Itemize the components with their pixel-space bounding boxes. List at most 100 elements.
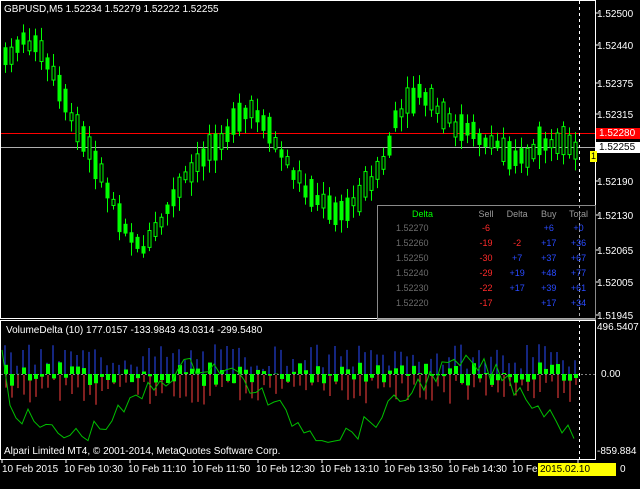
candle-body	[28, 41, 31, 51]
candle-body	[442, 102, 445, 129]
row-sell: -22	[473, 280, 499, 295]
candle-body	[34, 36, 37, 52]
candle-body	[370, 177, 373, 191]
candle-body	[400, 109, 403, 117]
delta-histogram-bar	[250, 374, 254, 382]
delta-histogram-bar	[202, 374, 206, 386]
candle-body	[508, 142, 511, 169]
delta-histogram-bar	[136, 374, 140, 378]
delta-histogram-bar	[532, 374, 536, 379]
candle-body	[490, 136, 493, 148]
delta-histogram-bar	[388, 371, 392, 374]
time-tick: 10 Feb 14:30	[448, 464, 507, 475]
candle-body	[388, 136, 391, 155]
delta-histogram-bar	[184, 372, 188, 374]
price-tick: 1.52375	[597, 79, 633, 90]
delta-histogram-bar	[400, 365, 404, 374]
row-price: 1.52240	[378, 265, 473, 280]
row-delta: +19	[499, 265, 535, 280]
price-tick: 1.51945	[597, 311, 633, 322]
delta-histogram-bar	[346, 369, 350, 374]
candle-body	[220, 134, 223, 150]
candle-body	[316, 196, 319, 205]
candle-body	[520, 149, 523, 163]
candle-body	[46, 58, 49, 69]
delta-histogram-bar	[460, 374, 464, 383]
price-tick: 1.52065	[597, 246, 633, 257]
delta-histogram-bar	[112, 374, 116, 382]
delta-histogram-bar	[298, 363, 302, 374]
candle-body	[454, 122, 457, 137]
table-row: 1.52260 -19 -2 +17 +36	[378, 235, 595, 250]
cumulative-delta-line	[2, 350, 574, 442]
delta-histogram-bar	[76, 367, 80, 374]
delta-histogram-bar	[538, 362, 542, 374]
time-tick: 10 Feb 12:30	[256, 464, 315, 475]
time-tick: 10 Feb 2015	[2, 464, 58, 475]
candle-body	[196, 154, 199, 172]
candle-body	[412, 88, 415, 113]
row-buy: +6	[535, 220, 562, 235]
delta-histogram-bar	[256, 370, 260, 374]
table-row: 1.52270 -6 +6 +0	[378, 220, 595, 235]
delta-histogram-bar	[160, 374, 164, 380]
delta-histogram-bar	[484, 373, 488, 374]
candle-body	[160, 217, 163, 227]
candle-body	[262, 116, 265, 131]
candle-body	[394, 111, 397, 128]
delta-histogram-bar	[490, 374, 494, 385]
cursor-time-tag: 2015.02.10 15:50	[538, 463, 616, 476]
row-total: +61	[562, 280, 595, 295]
candle-body	[214, 134, 217, 160]
candle-body	[346, 198, 349, 220]
volume-delta-panel: Delta Sell Delta Buy Total 1.52270 -6 +6…	[377, 205, 596, 320]
delta-histogram-bar	[568, 374, 572, 381]
delta-histogram-bar	[478, 374, 482, 378]
volume-delta-table: Delta Sell Delta Buy Total 1.52270 -6 +6…	[378, 206, 595, 310]
delta-histogram-bar	[364, 374, 368, 382]
indicator-scale-max: 496.5407	[597, 322, 639, 333]
candle-body	[562, 127, 565, 155]
candle-body	[274, 138, 277, 150]
delta-histogram-bar	[214, 374, 218, 385]
row-delta	[499, 295, 535, 310]
candle-body	[184, 172, 187, 180]
candle-body	[172, 190, 175, 206]
candle-body	[358, 185, 361, 211]
delta-histogram-bar	[166, 374, 170, 383]
candle-body	[58, 75, 61, 100]
indicator-scale-min: -859.884	[597, 446, 636, 457]
candle-body	[256, 111, 259, 122]
delta-histogram-bar	[304, 370, 308, 374]
header-buy: Buy	[535, 206, 562, 220]
delta-histogram-bar	[22, 367, 26, 374]
delta-histogram-bar	[286, 374, 290, 382]
delta-histogram-bar	[442, 374, 446, 376]
candle-body	[82, 127, 85, 151]
row-buy: +17	[535, 295, 562, 310]
candle-body	[322, 194, 325, 208]
candle-body	[526, 148, 529, 167]
candle-body	[232, 109, 235, 134]
row-delta: +7	[499, 250, 535, 265]
candle-body	[148, 231, 151, 248]
row-total: +67	[562, 250, 595, 265]
candle-body	[244, 108, 247, 118]
delta-histogram-bar	[370, 374, 374, 378]
delta-histogram-bar	[124, 370, 128, 374]
current-price-tag: 1.52255	[596, 142, 640, 153]
candle-body	[286, 157, 289, 165]
candle-body	[100, 164, 103, 182]
price-marker-badge: 1	[590, 151, 597, 162]
delta-histogram-bar	[316, 366, 320, 374]
candle-body	[16, 40, 19, 52]
time-tick: 10 Feb 13:10	[320, 464, 379, 475]
table-row: 1.52240 -29 +19 +48 +77	[378, 265, 595, 280]
candle-body	[226, 127, 229, 142]
delta-histogram-bar	[556, 364, 560, 374]
delta-histogram-bar	[544, 369, 548, 374]
candle-body	[448, 114, 451, 123]
row-total: +0	[562, 220, 595, 235]
candle-body	[310, 180, 313, 207]
candle-body	[544, 139, 547, 150]
